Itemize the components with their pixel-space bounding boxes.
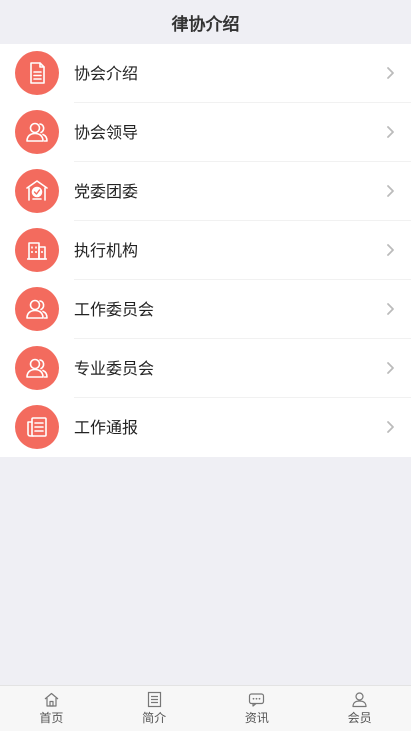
- page-title: 律协介绍: [171, 14, 240, 35]
- menu-item-label: 协会领导: [74, 123, 139, 142]
- menu-item-executive-bodies[interactable]: 执行机构: [0, 221, 411, 280]
- users-icon: [15, 346, 59, 390]
- list-icon: [147, 691, 161, 708]
- menu-item-label: 执行机构: [74, 241, 139, 260]
- tab-home[interactable]: 首页: [0, 686, 103, 731]
- menu-item-label: 工作通报: [74, 418, 139, 437]
- header-bar: 律协介绍: [0, 0, 411, 44]
- tab-intro[interactable]: 简介: [103, 686, 206, 731]
- menu-item-professional-committee[interactable]: 专业委员会: [0, 339, 411, 398]
- menu-item-label: 党委团委: [74, 182, 139, 201]
- users-icon: [15, 287, 59, 331]
- chevron-right-icon: [387, 362, 394, 374]
- chevron-right-icon: [387, 126, 394, 138]
- menu-item-label: 专业委员会: [74, 359, 155, 378]
- newspaper-icon: [15, 405, 59, 449]
- menu-item-association-intro[interactable]: 协会介绍: [0, 44, 411, 103]
- home-icon: [44, 692, 59, 707]
- menu-list: 协会介绍 协会领导 党委团委 执行机构 工作委员会 专业委员会 工作通报: [0, 44, 411, 457]
- document-icon: [15, 51, 59, 95]
- building-icon: [15, 228, 59, 272]
- menu-item-working-committee[interactable]: 工作委员会: [0, 280, 411, 339]
- users-icon: [15, 110, 59, 154]
- person-icon: [352, 692, 367, 708]
- menu-item-party-committee[interactable]: 党委团委: [0, 162, 411, 221]
- chevron-right-icon: [387, 421, 394, 433]
- chevron-right-icon: [387, 67, 394, 79]
- bottom-tab-bar: 首页 简介 资讯 会员: [0, 685, 411, 731]
- tab-label: 资讯: [244, 711, 269, 725]
- menu-item-label: 工作委员会: [74, 300, 155, 319]
- menu-item-label: 协会介绍: [74, 64, 139, 83]
- tab-label: 会员: [347, 711, 372, 725]
- chat-icon: [249, 693, 265, 707]
- tab-news[interactable]: 资讯: [206, 686, 309, 731]
- tab-members[interactable]: 会员: [308, 686, 411, 731]
- tab-label: 首页: [39, 711, 64, 725]
- chevron-right-icon: [387, 185, 394, 197]
- tab-label: 简介: [142, 711, 167, 725]
- menu-item-association-leaders[interactable]: 协会领导: [0, 103, 411, 162]
- menu-item-work-bulletin[interactable]: 工作通报: [0, 398, 411, 457]
- chevron-right-icon: [387, 303, 394, 315]
- chevron-right-icon: [387, 244, 394, 256]
- party-emblem-icon: [15, 169, 59, 213]
